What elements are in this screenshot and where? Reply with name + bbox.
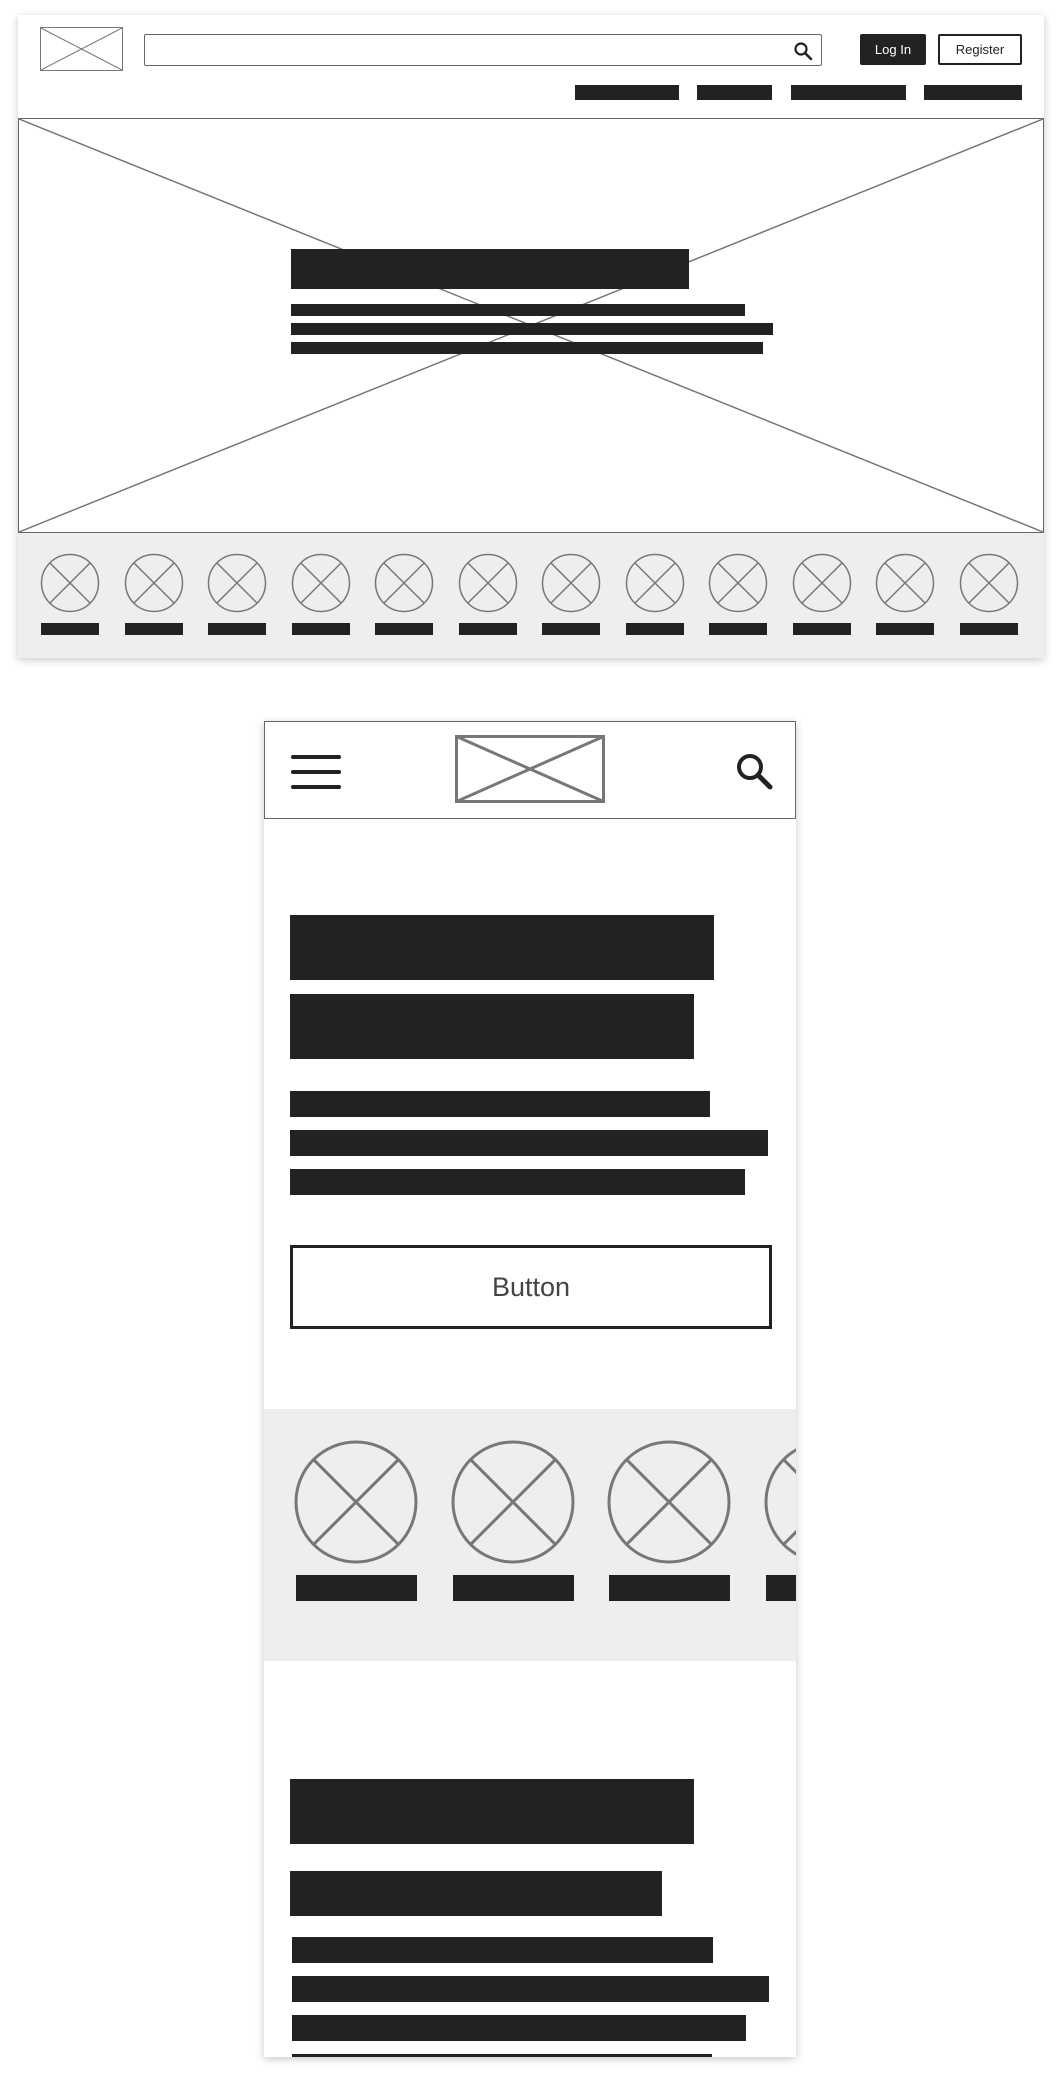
category-item[interactable] (207, 553, 267, 635)
category-label (375, 623, 433, 635)
image-placeholder-icon (374, 553, 434, 613)
category-item[interactable] (450, 1439, 576, 1601)
nav-link-1[interactable] (575, 85, 679, 100)
image-placeholder-icon (207, 553, 267, 613)
image-placeholder-icon (124, 553, 183, 613)
category-strip (18, 533, 1044, 658)
category-label (709, 623, 767, 635)
cta-button[interactable]: Button (290, 1245, 772, 1329)
category-label (959, 623, 1018, 635)
mobile-section-text-line (292, 2015, 746, 2041)
image-placeholder-icon (294, 1440, 418, 1564)
hero-text-line (291, 304, 745, 316)
image-placeholder-icon (291, 553, 350, 613)
category-item[interactable] (458, 553, 518, 635)
search-icon[interactable] (793, 41, 813, 61)
category-label (296, 1575, 417, 1601)
category-item[interactable] (875, 553, 935, 635)
logo-placeholder-icon[interactable] (40, 27, 123, 71)
image-placeholder-icon (708, 553, 768, 613)
image-placeholder-icon (959, 553, 1018, 613)
nav-link-4[interactable] (924, 85, 1022, 100)
desktop-wireframe: Log In Register (18, 15, 1044, 658)
category-label (542, 623, 600, 635)
nav-link-2[interactable] (697, 85, 772, 100)
mobile-section-title (290, 1871, 662, 1916)
mobile-section-text-line (292, 1976, 769, 2002)
category-item[interactable] (541, 553, 601, 635)
category-item[interactable] (792, 553, 852, 635)
image-placeholder-icon (625, 553, 684, 613)
mobile-section-text-line (292, 2054, 712, 2057)
image-placeholder-icon (541, 553, 601, 613)
category-label (458, 623, 517, 635)
logo-placeholder-icon[interactable] (455, 735, 605, 803)
mobile-section-title (290, 1779, 694, 1844)
category-label (291, 623, 350, 635)
mobile-category-strip (264, 1409, 796, 1661)
mobile-header (264, 721, 796, 819)
hero-text-line (291, 342, 763, 354)
category-label (452, 1575, 574, 1601)
category-item[interactable] (959, 553, 1019, 635)
category-item[interactable] (293, 1439, 419, 1601)
image-placeholder-icon (458, 553, 517, 613)
category-item[interactable] (763, 1439, 796, 1601)
image-placeholder-icon (40, 553, 100, 613)
category-item[interactable] (606, 1439, 732, 1601)
category-label (765, 1575, 796, 1601)
mobile-hero-title (290, 994, 694, 1059)
hero-banner (18, 118, 1044, 533)
category-label (792, 623, 851, 635)
login-button[interactable]: Log In (860, 34, 926, 65)
category-label (208, 623, 266, 635)
mobile-section-text-line (292, 1937, 713, 1963)
image-placeholder-icon (451, 1440, 574, 1564)
hamburger-menu-icon[interactable] (291, 754, 343, 790)
nav-link-3[interactable] (791, 85, 906, 100)
category-item[interactable] (40, 553, 100, 635)
category-item[interactable] (291, 553, 351, 635)
category-item[interactable] (708, 553, 768, 635)
category-label (876, 623, 934, 635)
category-label (609, 1575, 730, 1601)
hero-title (291, 249, 689, 289)
mobile-hero-title (290, 915, 714, 980)
category-label (625, 623, 684, 635)
search-input[interactable] (144, 34, 822, 66)
image-placeholder-icon (764, 1448, 796, 1556)
category-item[interactable] (625, 553, 685, 635)
mobile-hero-text-line (290, 1169, 745, 1195)
image-placeholder-icon (792, 553, 851, 613)
image-placeholder-icon (875, 553, 935, 613)
category-label (41, 623, 99, 635)
image-placeholder-icon (607, 1440, 731, 1564)
mobile-wireframe: Button (264, 721, 796, 2057)
mobile-hero-text-line (290, 1091, 710, 1117)
register-button[interactable]: Register (938, 34, 1022, 65)
hero-text-line (291, 323, 773, 335)
category-item[interactable] (124, 553, 184, 635)
category-item[interactable] (374, 553, 434, 635)
category-label (124, 623, 183, 635)
mobile-hero-text-line (290, 1130, 768, 1156)
search-icon[interactable] (735, 752, 775, 792)
